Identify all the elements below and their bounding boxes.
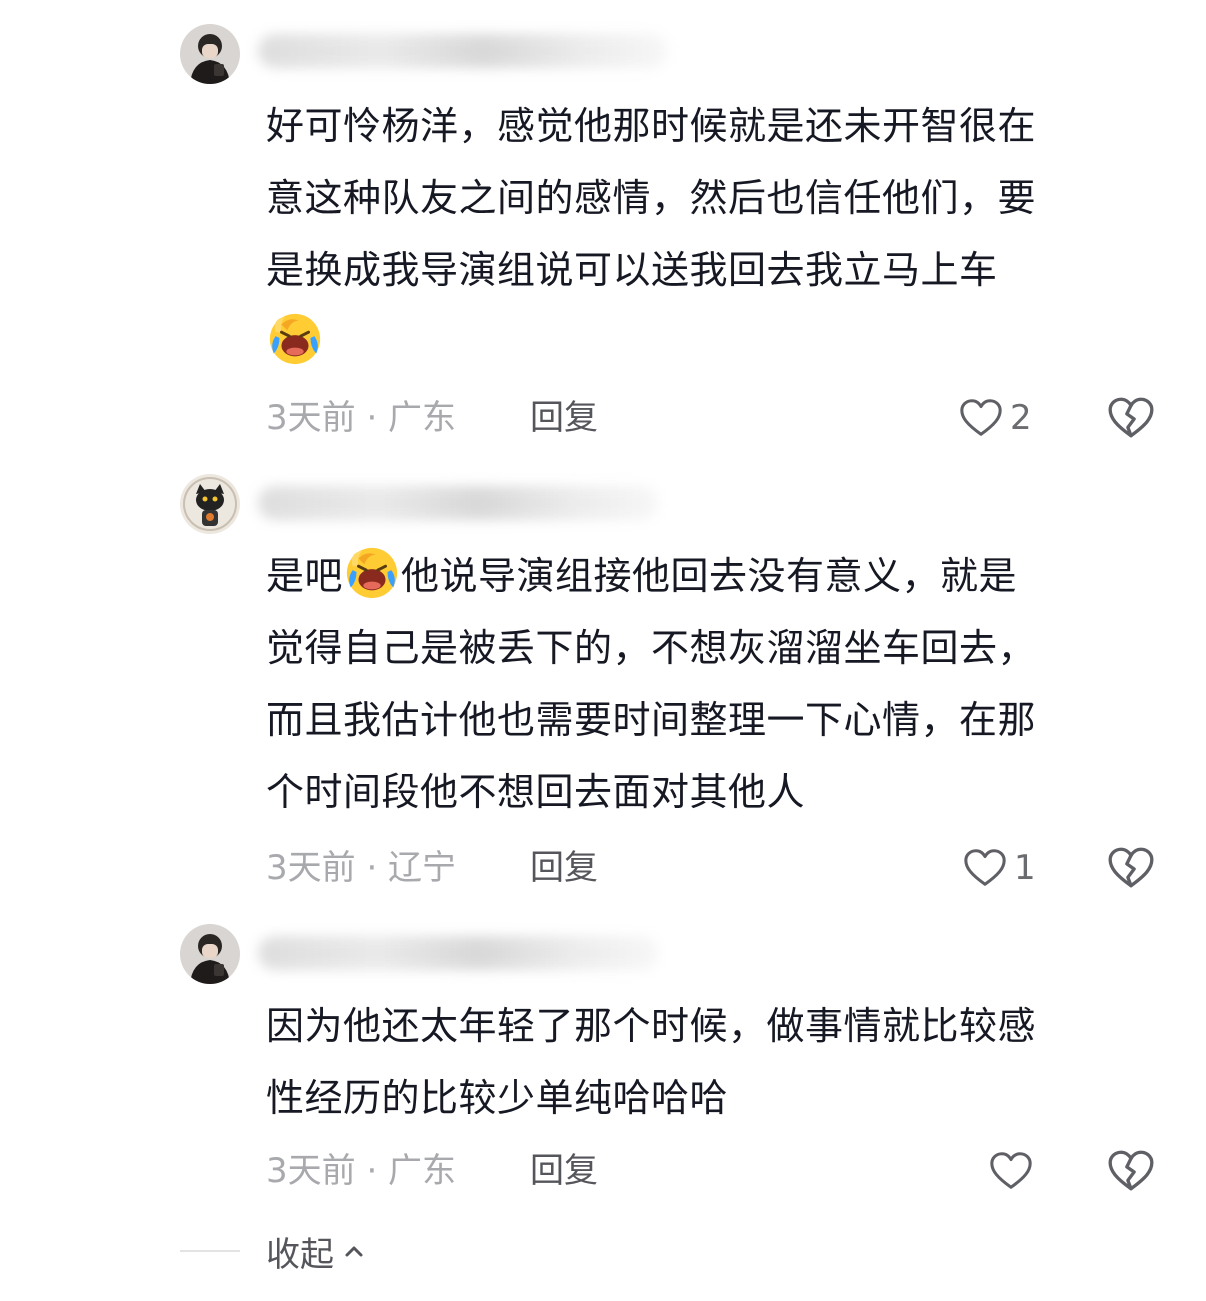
crying-laughing-emoji — [269, 313, 321, 365]
heart-outline-icon — [960, 399, 1002, 436]
comment-line: 是换成我导演组说可以送我回去我立马上车 — [266, 248, 998, 292]
username-blurred[interactable] — [258, 486, 658, 520]
broken-heart-icon — [1108, 847, 1154, 888]
reply-button[interactable]: 回复 — [530, 1146, 598, 1196]
like-button[interactable]: 1 — [962, 843, 1036, 893]
avatar[interactable] — [180, 24, 240, 84]
reply-button[interactable]: 回复 — [530, 843, 598, 893]
comment-text: 因为他还太年轻了那个时候，做事情就比较感 性经历的比较少单纯哈哈哈 — [266, 990, 1166, 1134]
like-button[interactable] — [988, 1146, 1040, 1196]
comment-line: 是吧 他说导演组接他回去没有意义，就是 — [266, 540, 1166, 612]
like-count: 2 — [1010, 398, 1032, 438]
collapse-label: 收起 — [266, 1234, 334, 1275]
comment-line: 而且我估计他也需要时间整理一下心情，在那 — [266, 698, 1037, 742]
heart-outline-icon — [964, 849, 1006, 886]
like-count: 1 — [1014, 848, 1036, 888]
comment-timestamp-location: 3天前 · 广东 — [266, 398, 457, 438]
collapse-button[interactable]: 收起 — [266, 1227, 366, 1276]
broken-heart-icon — [1108, 1150, 1154, 1191]
reply-button[interactable]: 回复 — [530, 393, 598, 443]
comment-line: 因为他还太年轻了那个时候，做事情就比较感 — [266, 1004, 1037, 1048]
heart-outline-icon — [990, 1152, 1032, 1189]
avatar[interactable] — [180, 474, 240, 534]
username-blurred[interactable] — [258, 936, 658, 970]
avatar[interactable] — [180, 924, 240, 984]
broken-heart-icon — [1108, 397, 1154, 438]
comment-fragment: 他说导演组接他回去没有意义，就是 — [401, 554, 1018, 598]
comment-line: 好可怜杨洋，感觉他那时候就是还未开智很在 — [266, 104, 1037, 148]
like-button[interactable]: 2 — [958, 393, 1032, 443]
dislike-button[interactable] — [1106, 393, 1156, 443]
divider-line — [180, 1250, 240, 1252]
username-blurred[interactable] — [258, 34, 668, 68]
comment-text: 是吧 他说导演组接他回去没有意义，就是 觉得自己是被丢下的，不想灰溜溜坐车回去，… — [266, 540, 1166, 828]
comment-fragment: 是吧 — [266, 554, 344, 598]
comment-text: 好可怜杨洋，感觉他那时候就是还未开智很在 意这种队友之间的感情，然后也信任他们，… — [266, 90, 1166, 378]
comment-line: 个时间段他不想回去面对其他人 — [266, 770, 806, 814]
comment-line: 性经历的比较少单纯哈哈哈 — [266, 1076, 729, 1120]
comment-line-emoji — [266, 306, 1166, 378]
collapse-replies-row: 收起 — [180, 1226, 366, 1276]
comment-line: 觉得自己是被丢下的，不想灰溜溜坐车回去， — [266, 626, 1037, 670]
crying-laughing-emoji — [346, 547, 398, 599]
dislike-button[interactable] — [1106, 1146, 1156, 1196]
chevron-up-icon — [345, 1246, 363, 1257]
comment-line: 意这种队友之间的感情，然后也信任他们，要 — [266, 176, 1037, 220]
dislike-button[interactable] — [1106, 843, 1156, 893]
comment-timestamp-location: 3天前 · 广东 — [266, 1151, 457, 1191]
comment-timestamp-location: 3天前 · 辽宁 — [266, 848, 457, 888]
